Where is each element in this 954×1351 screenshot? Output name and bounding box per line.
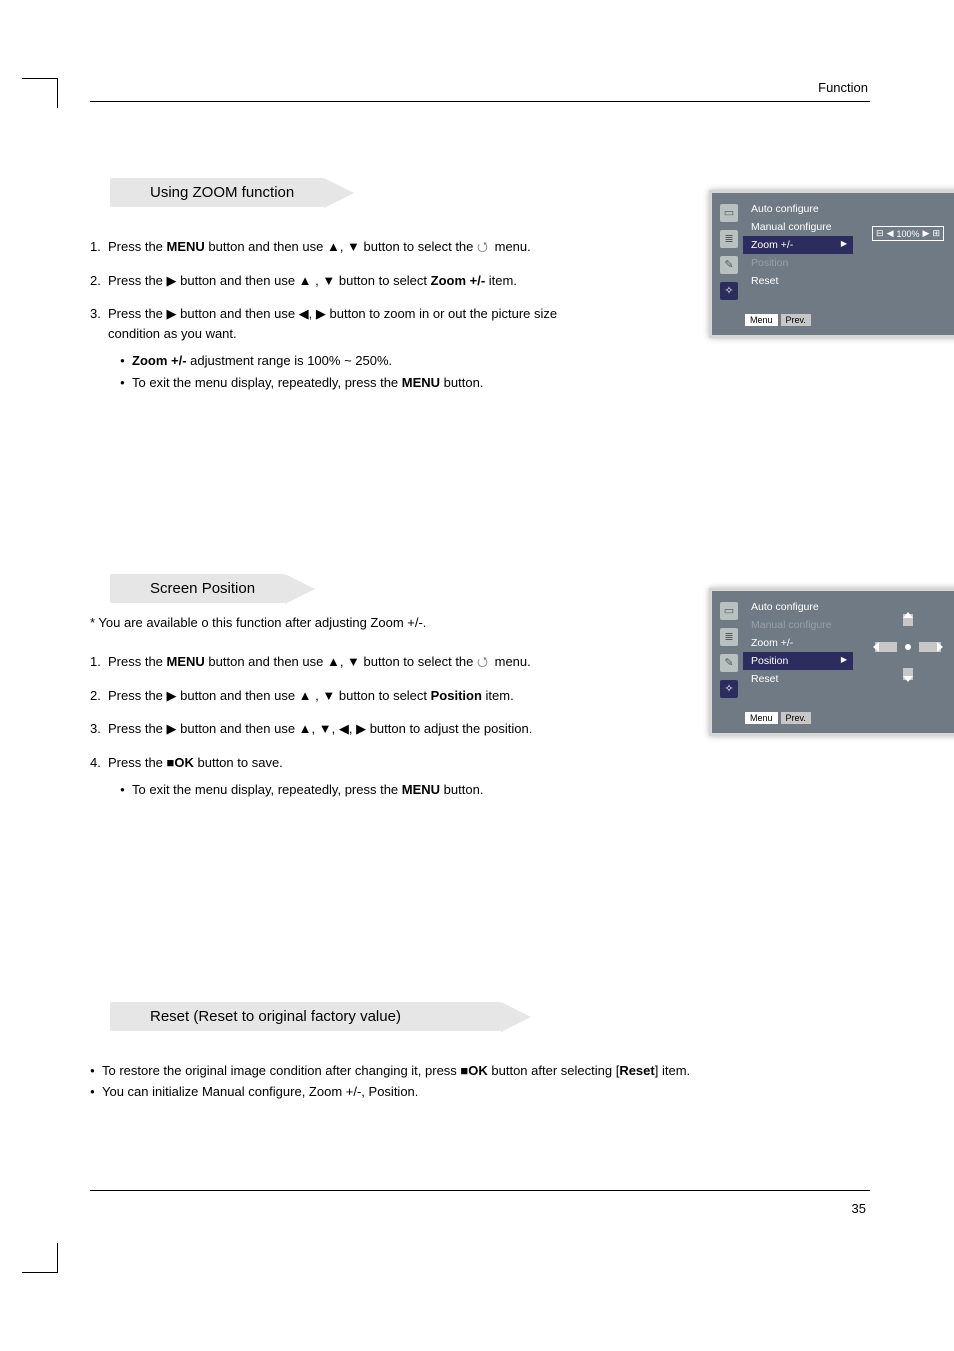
osd-item-auto[interactable]: Auto configure <box>743 598 853 616</box>
zoom-value: 100% <box>896 229 919 239</box>
osd-icon-1: ▭ <box>720 204 738 222</box>
osd-icon-4: ✧ <box>720 282 738 300</box>
osd-icon-3: ✎ <box>720 654 738 672</box>
crop-mark-top-left <box>22 58 62 98</box>
osd-item-reset[interactable]: Reset <box>743 272 853 290</box>
osd-menu-list: Auto configure Manual configure Zoom +/-… <box>743 200 853 300</box>
crop-mark-bottom-left <box>22 1253 62 1293</box>
position-step-3: 3.Press the ▶ button and then use ▲, ▼, … <box>90 719 600 739</box>
osd-prev-button[interactable]: Prev. <box>781 314 811 326</box>
section-title-reset: Reset (Reset to original factory value) <box>110 1002 501 1031</box>
zoom-step-3: 3.Press the ▶ button and then use ◀, ▶ b… <box>90 304 600 343</box>
osd-sidebar-icons: ▭ ≣ ✎ ✧ <box>715 200 743 300</box>
osd-menu-button[interactable]: Menu <box>745 712 778 724</box>
position-bullets: To exit the menu display, repeatedly, pr… <box>90 780 870 800</box>
zoom-bullets: Zoom +/- adjustment range is 100% ~ 250%… <box>90 351 870 392</box>
osd-zoom-control: ⊟ ◀ 100% ▶ ⊞ <box>853 200 954 300</box>
reset-bullet-1: To restore the original image condition … <box>90 1061 870 1081</box>
arrows-icon <box>477 239 491 253</box>
osd-icon-3: ✎ <box>720 256 738 274</box>
zoom-minus-icon[interactable]: ⊟ <box>876 228 884 239</box>
position-bullet-1: To exit the menu display, repeatedly, pr… <box>120 780 870 800</box>
left-triangle-icon[interactable]: ◀ <box>887 228 894 239</box>
page-number: 35 <box>852 1201 866 1216</box>
reset-bullets: To restore the original image condition … <box>90 1061 870 1102</box>
right-triangle-icon[interactable]: ▶ <box>923 228 930 239</box>
section-title-position: Screen Position <box>110 574 285 603</box>
osd-item-position[interactable]: Position <box>743 652 853 670</box>
osd-icon-4: ✧ <box>720 680 738 698</box>
position-steps: 1.Press the MENU button and then use ▲, … <box>90 652 600 772</box>
zoom-value-control[interactable]: ⊟ ◀ 100% ▶ ⊞ <box>872 226 944 241</box>
zoom-bullet-1: Zoom +/- adjustment range is 100% ~ 250%… <box>120 351 870 371</box>
osd-position-control[interactable] <box>853 598 954 698</box>
osd-prev-button[interactable]: Prev. <box>781 712 811 724</box>
zoom-steps: 1.Press the MENU button and then use ▲, … <box>90 237 600 343</box>
section-header: Function <box>90 80 870 101</box>
osd-footer: MenuPrev. <box>745 708 954 726</box>
osd-icon-1: ▭ <box>720 602 738 620</box>
position-step-1: 1.Press the MENU button and then use ▲, … <box>90 652 600 672</box>
header-rule <box>90 101 870 102</box>
position-step-2: 2.Press the ▶ button and then use ▲ , ▼ … <box>90 686 600 706</box>
section-title-zoom: Using ZOOM function <box>110 178 324 207</box>
osd-item-auto[interactable]: Auto configure <box>743 200 853 218</box>
arrows-icon <box>477 654 491 668</box>
osd-sidebar-icons: ▭ ≣ ✎ ✧ <box>715 598 743 698</box>
osd-item-manual[interactable]: Manual configure <box>743 616 853 634</box>
position-step-4: 4.Press the ■OK button to save. <box>90 753 600 773</box>
osd-item-manual[interactable]: Manual configure <box>743 218 853 236</box>
reset-bullet-2: You can initialize Manual configure, Zoo… <box>90 1082 870 1102</box>
osd-footer: MenuPrev. <box>745 310 954 328</box>
osd-item-position[interactable]: Position <box>743 254 853 272</box>
osd-panel-zoom: ▭ ≣ ✎ ✧ Auto configure Manual configure … <box>709 190 954 338</box>
osd-item-reset[interactable]: Reset <box>743 670 853 688</box>
zoom-step-2: 2.Press the ▶ button and then use ▲ , ▼ … <box>90 271 600 291</box>
footer-rule <box>90 1190 870 1191</box>
osd-item-zoom[interactable]: Zoom +/- <box>743 236 853 254</box>
osd-menu-button[interactable]: Menu <box>745 314 778 326</box>
osd-icon-2: ≣ <box>720 628 738 646</box>
zoom-bullet-2: To exit the menu display, repeatedly, pr… <box>120 373 870 393</box>
osd-icon-2: ≣ <box>720 230 738 248</box>
osd-menu-list: Auto configure Manual configure Zoom +/-… <box>743 598 853 698</box>
zoom-step-1: 1.Press the MENU button and then use ▲, … <box>90 237 600 257</box>
osd-panel-position: ▭ ≣ ✎ ✧ Auto configure Manual configure … <box>709 588 954 736</box>
osd-item-zoom[interactable]: Zoom +/- <box>743 634 853 652</box>
position-cross-icon <box>873 612 943 682</box>
zoom-plus-icon[interactable]: ⊞ <box>932 228 940 239</box>
